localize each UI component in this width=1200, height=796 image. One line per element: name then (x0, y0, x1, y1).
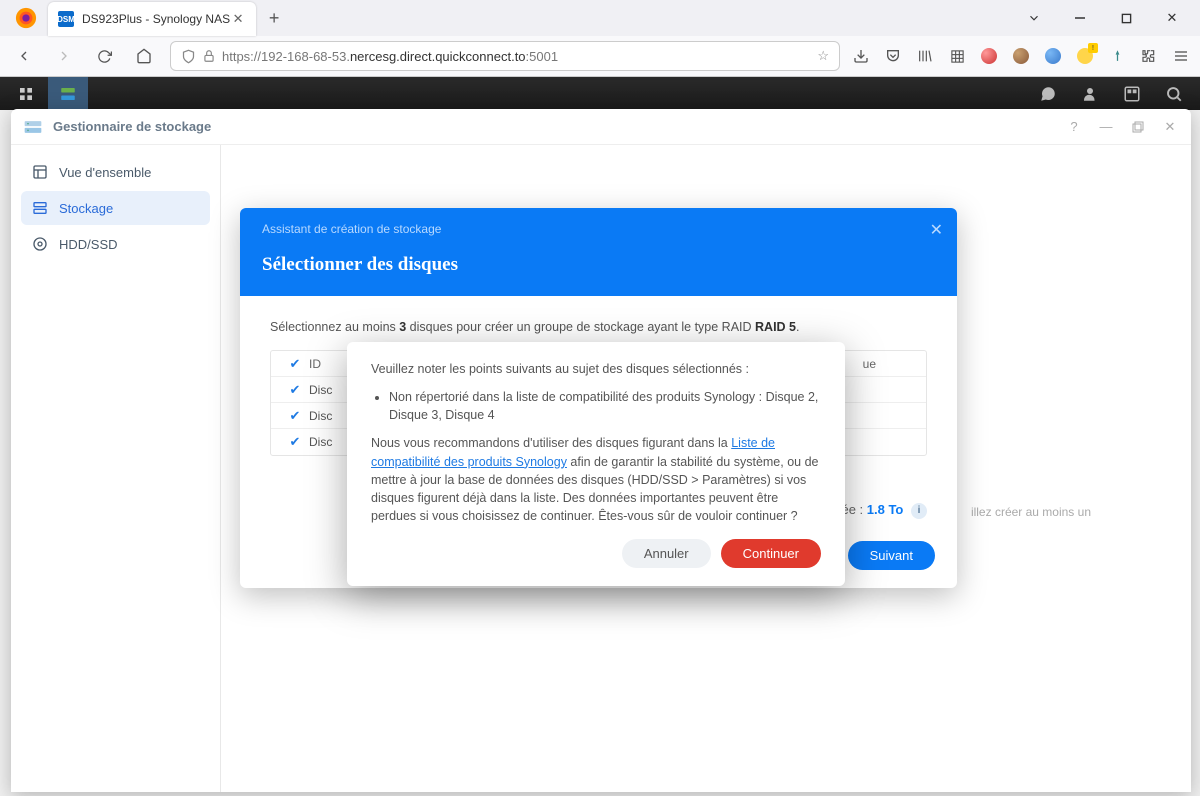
firefox-logo-icon (14, 6, 38, 30)
window-maximize-button[interactable] (1112, 4, 1140, 32)
dialog-bullet-text: Non répertorié dans la liste de compatib… (389, 388, 821, 424)
window-titlebar[interactable]: Gestionnaire de stockage ? — ✕ (11, 109, 1191, 145)
wizard-header: Assistant de création de stockage Sélect… (240, 208, 957, 296)
tab-close-icon[interactable]: ✕ (230, 11, 246, 27)
library-icon[interactable] (916, 47, 934, 65)
compatibility-warning-dialog: Veuillez noter les points suivants au su… (347, 342, 845, 586)
hdd-icon (31, 235, 49, 253)
select-all-checkbox[interactable]: ✔ (281, 356, 309, 372)
lock-icon[interactable] (202, 49, 216, 63)
dialog-intro-text: Veuillez noter les points suivants au su… (371, 360, 821, 378)
sidebar-item-overview[interactable]: Vue d'ensemble (21, 155, 210, 189)
wizard-close-icon[interactable]: ✕ (930, 220, 943, 240)
user-icon[interactable] (1070, 77, 1110, 110)
help-icon[interactable]: ? (1065, 118, 1083, 136)
wizard-title: Sélectionner des disques (262, 254, 935, 276)
bookmark-star-icon[interactable]: ☆ (817, 48, 829, 64)
chevron-down-icon[interactable] (1020, 4, 1048, 32)
reload-button[interactable] (90, 42, 118, 70)
info-icon[interactable]: i (911, 503, 927, 519)
disk-label: Disc (309, 383, 332, 397)
minimize-icon[interactable]: — (1097, 118, 1115, 136)
browser-chrome: DSM DS923Plus - Synology NAS ✕ + ✕ https… (0, 0, 1200, 77)
cancel-button[interactable]: Annuler (622, 539, 711, 568)
forward-button[interactable] (50, 42, 78, 70)
row-checkbox[interactable]: ✔ (281, 408, 309, 424)
sidebar: Vue d'ensemble Stockage HDD/SSD (11, 145, 221, 792)
next-button[interactable]: Suivant (848, 541, 935, 570)
chat-icon[interactable] (1028, 77, 1068, 110)
extension-blue-icon[interactable] (1044, 47, 1062, 65)
extension-pin-icon[interactable] (1108, 47, 1126, 65)
wizard-instruction-text: Sélectionnez au moins 3 disques pour cré… (270, 320, 927, 334)
disk-label: Disc (309, 409, 332, 423)
dialog-body-text: Nous vous recommandons d'utiliser des di… (371, 434, 821, 525)
window-minimize-button[interactable] (1066, 4, 1094, 32)
search-icon[interactable] (1154, 77, 1194, 110)
shield-icon[interactable] (181, 49, 196, 64)
estimated-value: 1.8 To (867, 502, 904, 517)
row-checkbox[interactable]: ✔ (281, 434, 309, 450)
extension-yellow-icon[interactable]: ! (1076, 47, 1094, 65)
background-hint-text: illez créer au moins un (971, 505, 1091, 519)
extension-red-icon[interactable] (980, 47, 998, 65)
tab-title: DS923Plus - Synology NAS (82, 12, 230, 26)
storage-manager-taskbar-icon[interactable] (48, 77, 88, 110)
new-tab-button[interactable]: + (260, 4, 288, 32)
browser-tab[interactable]: DSM DS923Plus - Synology NAS ✕ (48, 2, 256, 36)
row-checkbox[interactable]: ✔ (281, 382, 309, 398)
disk-label: Disc (309, 435, 332, 449)
sidebar-label-overview: Vue d'ensemble (59, 165, 151, 180)
sidebar-label-hdd: HDD/SSD (59, 237, 118, 252)
url-text: https://192-168-68-53.nercesg.direct.qui… (222, 49, 811, 64)
toolbar-extensions: ! (852, 47, 1190, 65)
download-icon[interactable] (852, 47, 870, 65)
close-icon[interactable]: ✕ (1161, 118, 1179, 136)
tab-bar: DSM DS923Plus - Synology NAS ✕ + ✕ (0, 0, 1200, 36)
app-menu-icon[interactable] (1172, 47, 1190, 65)
home-button[interactable] (130, 42, 158, 70)
address-bar: https://192-168-68-53.nercesg.direct.qui… (0, 36, 1200, 76)
pocket-icon[interactable] (884, 47, 902, 65)
storage-icon (31, 199, 49, 217)
column-header-right: ue (863, 357, 876, 371)
wizard-subtitle: Assistant de création de stockage (262, 222, 935, 236)
window-close-button[interactable]: ✕ (1158, 4, 1186, 32)
column-header-id: ID (309, 357, 321, 371)
storage-manager-icon (23, 117, 43, 137)
main-menu-icon[interactable] (6, 77, 46, 110)
tab-favicon-icon: DSM (58, 11, 74, 27)
sidebar-item-hddssd[interactable]: HDD/SSD (21, 227, 210, 261)
widgets-icon[interactable] (1112, 77, 1152, 110)
dsm-taskbar (0, 77, 1200, 110)
back-button[interactable] (10, 42, 38, 70)
continue-button[interactable]: Continuer (721, 539, 821, 568)
url-field[interactable]: https://192-168-68-53.nercesg.direct.qui… (170, 41, 840, 71)
overview-icon (31, 163, 49, 181)
grid-icon[interactable] (948, 47, 966, 65)
sidebar-label-storage: Stockage (59, 201, 113, 216)
extension-brown-icon[interactable] (1012, 47, 1030, 65)
maximize-icon[interactable] (1129, 118, 1147, 136)
extensions-puzzle-icon[interactable] (1140, 47, 1158, 65)
window-title: Gestionnaire de stockage (53, 119, 211, 134)
sidebar-item-storage[interactable]: Stockage (21, 191, 210, 225)
